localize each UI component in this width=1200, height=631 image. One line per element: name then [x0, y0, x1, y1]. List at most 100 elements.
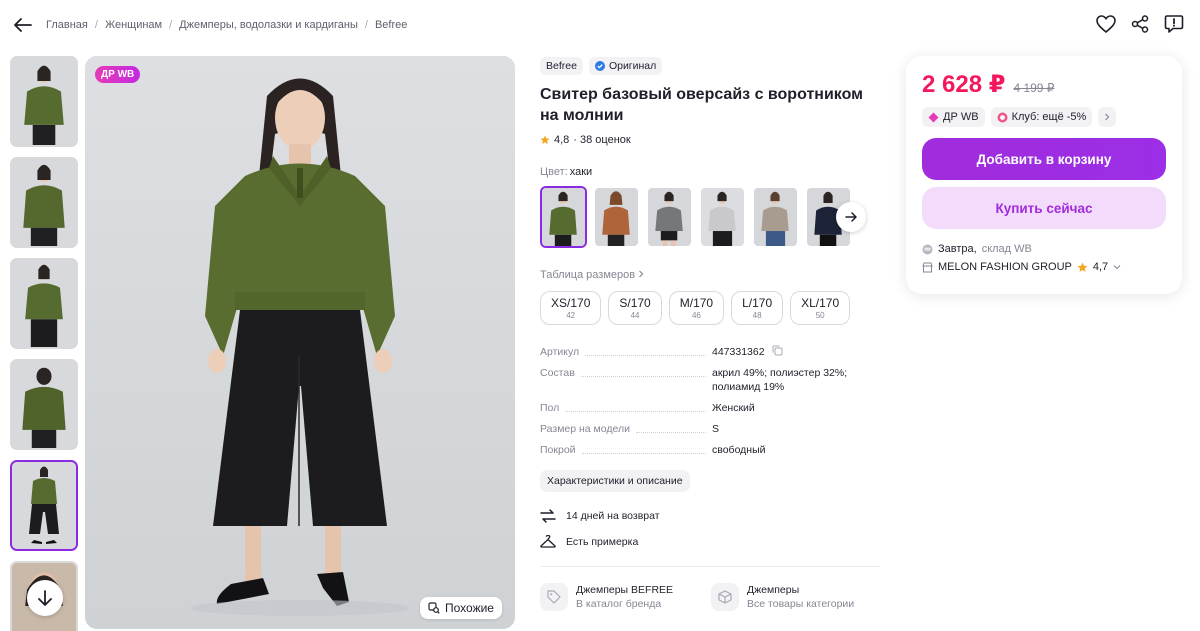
- tag-icon: [547, 590, 561, 604]
- spec-row-gender: Пол Женский: [540, 401, 870, 415]
- size-ru: 44: [630, 311, 640, 320]
- spec-row-model-size: Размер на модели S: [540, 422, 870, 436]
- spec-value: 447331362: [712, 346, 765, 358]
- thumbnail-2[interactable]: [10, 157, 78, 248]
- main-product-photo[interactable]: [85, 56, 515, 629]
- size-option[interactable]: XL/170 50: [790, 291, 851, 325]
- product-info: Befree Оригинал Свитер базовый оверсайз …: [540, 56, 880, 611]
- hanger-icon: [540, 535, 556, 548]
- back-button[interactable]: [12, 14, 34, 36]
- size-label: S/170: [619, 296, 651, 310]
- original-badge: Оригинал: [588, 57, 663, 75]
- promo-tags: ДР WB Клуб: ещё -5%: [922, 107, 1166, 127]
- spec-row-cut: Покрой свободный: [540, 443, 870, 457]
- buy-box: 2 628 ₽ 4 199 ₽ ДР WB Клуб: ещё -5% Доба…: [906, 56, 1182, 294]
- swatch-light-grey[interactable]: [699, 186, 746, 248]
- breadcrumb-women[interactable]: Женщинам: [105, 19, 162, 31]
- original-label: Оригинал: [608, 60, 657, 72]
- copy-icon[interactable]: [772, 345, 783, 356]
- breadcrumb-brand[interactable]: Befree: [375, 19, 407, 31]
- thumbnail-list: [10, 56, 80, 631]
- chevron-right-icon: [1105, 113, 1110, 121]
- size-option[interactable]: S/170 44: [608, 291, 662, 325]
- similar-label: Похожие: [445, 601, 494, 615]
- promo-badge: ДР WB: [95, 66, 141, 83]
- delivery-day: Завтра,: [938, 243, 977, 255]
- top-actions: [1096, 14, 1184, 34]
- club-icon: [997, 112, 1008, 122]
- color-value: хаки: [569, 166, 593, 178]
- spec-key: Покрой: [540, 444, 576, 456]
- details-button[interactable]: Характеристики и описание: [540, 470, 690, 492]
- current-price: 2 628 ₽: [922, 71, 1006, 98]
- specs-table: Артикул 447331362 Состав акрил 49%; поли…: [540, 345, 870, 457]
- swatch-grey[interactable]: [646, 186, 693, 248]
- brand-row: Befree Оригинал: [540, 56, 880, 76]
- old-price: 4 199 ₽: [1013, 81, 1055, 95]
- category-link[interactable]: Джемперы Все товары категории: [711, 583, 854, 611]
- seller-name: MELON FASHION GROUP: [938, 261, 1072, 273]
- share-button[interactable]: [1130, 14, 1150, 34]
- fitting-text: Есть примерка: [566, 536, 639, 548]
- size-label: XL/170: [801, 296, 840, 310]
- swatches-next-button[interactable]: [836, 202, 866, 232]
- color-label-text: Цвет:: [540, 166, 568, 178]
- product-title: Свитер базовый оверсайз с воротником на …: [540, 86, 863, 124]
- breadcrumb-separator: /: [94, 19, 98, 31]
- spec-key: Артикул: [540, 346, 580, 358]
- favorite-button[interactable]: [1096, 14, 1116, 34]
- divider: [540, 566, 880, 567]
- size-option[interactable]: L/170 48: [731, 291, 784, 325]
- return-arrows-icon: [540, 509, 556, 523]
- buy-now-button[interactable]: Купить сейчас: [922, 187, 1166, 229]
- heart-icon: [1096, 15, 1116, 33]
- report-button[interactable]: [1164, 14, 1184, 34]
- spec-row-article: Артикул 447331362: [540, 345, 870, 359]
- brand-chip[interactable]: Befree: [540, 57, 583, 75]
- add-to-cart-button[interactable]: Добавить в корзину: [922, 138, 1166, 180]
- spec-key: Состав: [540, 367, 575, 379]
- size-ru: 50: [815, 311, 825, 320]
- category-title: Джемперы BEFREE: [576, 584, 674, 596]
- swatch-khaki[interactable]: [540, 186, 587, 248]
- rating-row[interactable]: 4,8 · 38 оценок: [540, 134, 880, 146]
- fitting-info: Есть примерка: [540, 535, 880, 549]
- promo-tag-dr[interactable]: ДР WB: [922, 107, 985, 127]
- product-photo-illustration: [85, 56, 515, 629]
- swatch-brown[interactable]: [593, 186, 640, 248]
- category-links: Джемперы BEFREE В каталог бренда Джемперы…: [540, 583, 880, 611]
- seller-info[interactable]: MELON FASHION GROUP 4,7: [922, 261, 1166, 273]
- size-ru: 48: [752, 311, 762, 320]
- size-table-link[interactable]: Таблица размеров: [540, 269, 880, 281]
- feedback-icon: [1164, 15, 1184, 33]
- more-promos-button[interactable]: [1098, 107, 1117, 127]
- thumbnail-1[interactable]: [10, 56, 78, 147]
- spec-row-composition: Состав акрил 49%; полиэстер 32%; полиами…: [540, 366, 870, 394]
- thumbnail-5[interactable]: [10, 460, 78, 551]
- thumbnail-4[interactable]: [10, 359, 78, 450]
- thumbnails-scroll-down-button[interactable]: [27, 580, 63, 616]
- rating-value: 4,8: [554, 134, 570, 146]
- size-ru: 46: [691, 311, 701, 320]
- size-option[interactable]: XS/170 42: [540, 291, 602, 325]
- similar-products-button[interactable]: Похожие: [420, 597, 502, 619]
- arrow-down-icon: [38, 590, 52, 606]
- brand-catalog-link[interactable]: Джемперы BEFREE В каталог бренда: [540, 583, 673, 611]
- spec-value: акрил 49%; полиэстер 32%; полиамид 19%: [712, 367, 848, 393]
- thumbnail-3[interactable]: [10, 258, 78, 349]
- spec-value: S: [712, 423, 720, 435]
- star-icon: [540, 135, 550, 144]
- delivery-info: Завтра, склад WB: [922, 243, 1166, 255]
- spec-key: Размер на модели: [540, 423, 630, 435]
- similar-search-icon: [428, 602, 440, 614]
- size-selector: XS/170 42 S/170 44 M/170 46 L/170 48 XL/170 5…: [540, 291, 880, 325]
- breadcrumb-category[interactable]: Джемперы, водолазки и кардиганы: [179, 19, 358, 31]
- size-option[interactable]: M/170 46: [668, 291, 725, 325]
- size-ru: 42: [566, 311, 576, 320]
- spec-value: свободный: [712, 444, 766, 456]
- breadcrumb: Главная / Женщинам / Джемперы, водолазки…: [46, 19, 407, 31]
- club-tag[interactable]: Клуб: ещё -5%: [990, 107, 1093, 127]
- swatch-beige-melange[interactable]: [752, 186, 799, 248]
- return-info: 14 дней на возврат: [540, 509, 880, 523]
- breadcrumb-home[interactable]: Главная: [46, 19, 88, 31]
